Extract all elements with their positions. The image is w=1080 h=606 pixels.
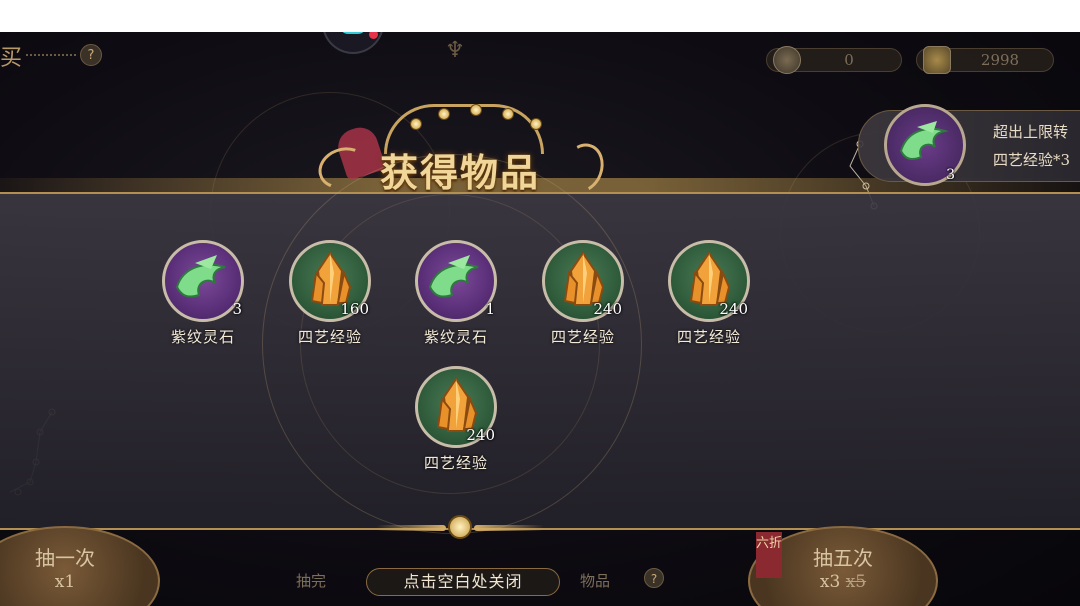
reward-item[interactable]: 160 四艺经验 (287, 240, 373, 350)
currency-gold-value: 2998 (980, 51, 1020, 69)
dotted-divider (26, 54, 76, 56)
reward-item[interactable]: 1 紫纹灵石 (413, 240, 499, 350)
reward-item[interactable]: 240 四艺经验 (666, 240, 752, 350)
reward-item[interactable]: 240 四艺经验 (413, 366, 499, 476)
draw-once-label: 抽一次 (35, 546, 95, 570)
reward-item[interactable]: 3 紫纹灵石 (160, 240, 246, 350)
currency-jade[interactable]: 0 (766, 46, 902, 74)
game-screen: 买 ? ♆ 0 2998 获得物品 超出上限转 四艺经验*3 3 3 紫纹灵石 … (0, 32, 1080, 606)
panel-bottom-ornament (376, 515, 544, 541)
bottom-hint-left: 抽完 (296, 572, 327, 590)
item-count: 240 (593, 300, 622, 318)
item-name: 四艺经验 (423, 454, 488, 472)
draw-once-button[interactable]: 抽一次 x1 (0, 526, 160, 606)
overflow-notice-line1: 超出上限转 (993, 123, 1069, 141)
notification-dot (369, 32, 378, 39)
item-name: 紫纹灵石 (170, 328, 235, 346)
item-count: 240 (719, 300, 748, 318)
jade-stone-icon: 3 (884, 104, 966, 186)
overflow-notice-line2: 四艺经验*3 (993, 151, 1071, 169)
item-name: 四艺经验 (676, 328, 741, 346)
currency-gold[interactable]: 2998 (916, 46, 1054, 74)
item-name: 四艺经验 (297, 328, 362, 346)
item-count: 240 (466, 426, 495, 444)
bottom-hint-right: 物品 (580, 572, 611, 590)
item-count: 160 (340, 300, 369, 318)
close-hint[interactable]: 点击空白处关闭 (366, 568, 560, 596)
item-count: 3 (232, 300, 242, 318)
status-orb[interactable] (322, 32, 384, 54)
item-name: 紫纹灵石 (423, 328, 488, 346)
shop-title-fragment: 买 (0, 46, 23, 71)
currency-jade-value: 0 (844, 51, 854, 69)
overflow-count: 3 (946, 167, 955, 183)
emblem-icon: ♆ (445, 38, 465, 63)
reward-item[interactable]: 240 四艺经验 (540, 240, 626, 350)
discount-tag: 六折 (756, 532, 782, 578)
item-name: 四艺经验 (550, 328, 615, 346)
draw-once-cost: x1 (54, 572, 76, 592)
help-icon[interactable]: ? (644, 568, 664, 588)
title-beads-decoration (380, 100, 580, 130)
help-icon[interactable]: ? (80, 44, 102, 66)
item-count: 1 (485, 300, 495, 318)
